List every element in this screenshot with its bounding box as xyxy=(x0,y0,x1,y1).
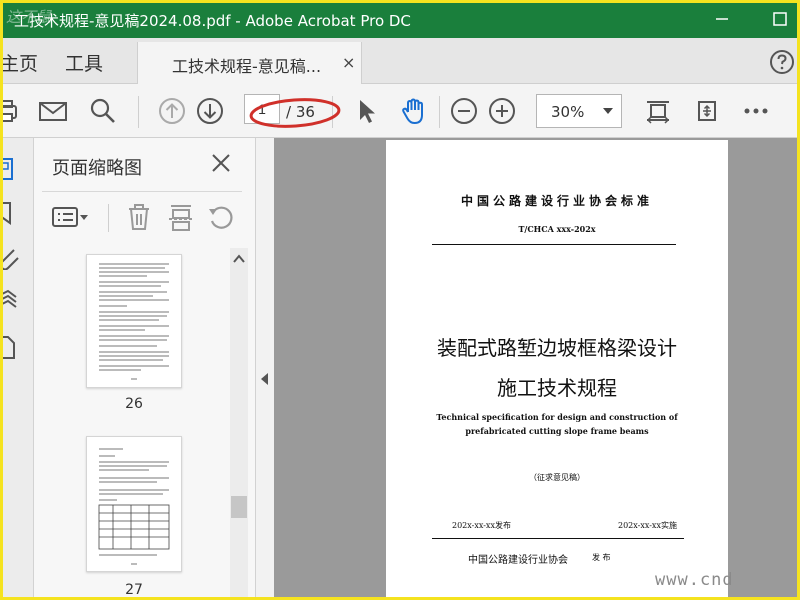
panel-toolbar-divider xyxy=(108,204,109,232)
panel-collapse-strip[interactable] xyxy=(256,138,274,600)
fit-page-icon[interactable] xyxy=(643,96,673,126)
page-thumbnails-panel: 页面缩略图 26 27 xyxy=(34,138,256,600)
document-tab[interactable]: 工技术规程-意见稿... × xyxy=(137,42,362,85)
thumbnail-list: 26 27 xyxy=(48,248,234,600)
page-thumbnail-image xyxy=(98,448,170,565)
document-title-line2: 施工技术规程 xyxy=(497,376,617,400)
hand-tool-icon[interactable] xyxy=(399,96,429,126)
page-rule xyxy=(432,244,676,245)
layers-icon[interactable] xyxy=(0,288,22,314)
next-page-icon[interactable] xyxy=(195,96,225,126)
navigation-rail xyxy=(0,138,34,600)
zoom-out-icon[interactable] xyxy=(449,96,479,126)
search-icon[interactable] xyxy=(88,96,118,126)
print-icon[interactable] xyxy=(0,96,30,126)
attachment-icon[interactable] xyxy=(0,244,22,270)
thumbnail-page-26[interactable] xyxy=(86,254,182,388)
zoom-in-icon[interactable] xyxy=(487,96,517,126)
bookmark-icon[interactable] xyxy=(0,200,22,226)
toolbar-divider xyxy=(138,96,139,128)
document-title-line1: 装配式路堑边坡框格梁设计 xyxy=(437,336,677,360)
panel-divider xyxy=(42,191,242,192)
minimize-icon[interactable] xyxy=(712,9,732,29)
help-icon[interactable] xyxy=(769,49,795,75)
site-watermark: www.cnd xyxy=(655,570,734,590)
prev-page-icon[interactable] xyxy=(157,96,187,126)
release-note: 发 布 xyxy=(592,553,611,562)
thumbnail-scrollbar[interactable] xyxy=(230,248,248,600)
rotate-view-icon[interactable] xyxy=(692,96,722,126)
collapse-panel-icon[interactable] xyxy=(261,373,268,385)
page-thumbnails-icon[interactable] xyxy=(0,156,22,182)
document-page: 中国公路建设行业协会标准 T/CHCA xxx-202x 装配式路堑边坡框格梁设… xyxy=(386,140,728,600)
thumbnail-label: 26 xyxy=(125,396,143,412)
tab-tools[interactable]: 工具 xyxy=(65,49,103,76)
email-icon[interactable] xyxy=(38,96,68,126)
thumbnail-page-27[interactable] xyxy=(86,436,182,572)
page-number-input[interactable]: 1 xyxy=(244,94,280,124)
tab-bar: 主页 工具 工技术规程-意见稿... × xyxy=(0,38,800,85)
toolbar-divider xyxy=(332,96,333,128)
draft-note: （征求意见稿） xyxy=(529,473,585,482)
total-pages: / 36 xyxy=(286,103,315,121)
implement-date: 202x-xx-xx实施 xyxy=(618,521,677,530)
window-title: 工技术规程-意见稿2024.08.pdf - Adobe Acrobat Pro… xyxy=(14,12,411,30)
tab-home[interactable]: 主页 xyxy=(0,49,38,76)
zoom-select[interactable]: 30% xyxy=(536,94,622,128)
chevron-up-icon[interactable] xyxy=(233,254,245,264)
english-title: Technical specification for design and c… xyxy=(436,412,678,436)
page-rule xyxy=(432,538,684,539)
rotate-page-icon[interactable] xyxy=(206,202,236,232)
page-thumbnail-image xyxy=(99,263,169,380)
select-cursor-icon[interactable] xyxy=(352,96,382,126)
issue-date: 202x-xx-xx发布 xyxy=(452,521,511,530)
association-standard: 中国公路建设行业协会标准 xyxy=(460,194,653,208)
maximize-icon[interactable] xyxy=(770,9,790,29)
insert-page-icon[interactable] xyxy=(166,202,196,232)
thumbnail-label: 27 xyxy=(125,582,143,598)
delete-page-icon[interactable] xyxy=(124,202,154,232)
toolbar-divider xyxy=(439,96,440,128)
zoom-value: 30% xyxy=(551,103,585,121)
document-tab-label: 工技术规程-意见稿... xyxy=(172,57,322,76)
window-titlebar: 这不鼠 工技术规程-意见稿2024.08.pdf - Adobe Acrobat… xyxy=(0,0,800,38)
panel-title: 页面缩略图 xyxy=(52,158,142,179)
publisher: 中国公路建设行业协会 xyxy=(468,555,568,566)
more-icon[interactable] xyxy=(741,96,771,126)
scrollbar-thumb[interactable] xyxy=(231,496,247,518)
standard-code: T/CHCA xxx-202x xyxy=(518,224,596,234)
document-icon[interactable] xyxy=(0,334,22,360)
close-icon[interactable] xyxy=(210,152,232,174)
chevron-down-icon xyxy=(603,108,613,114)
document-viewer[interactable]: 中国公路建设行业协会标准 T/CHCA xxx-202x 装配式路堑边坡框格梁设… xyxy=(274,138,800,600)
options-menu-icon[interactable] xyxy=(50,202,92,232)
main-toolbar: 1 / 36 xyxy=(0,84,800,138)
close-tab-icon[interactable]: × xyxy=(342,53,355,72)
